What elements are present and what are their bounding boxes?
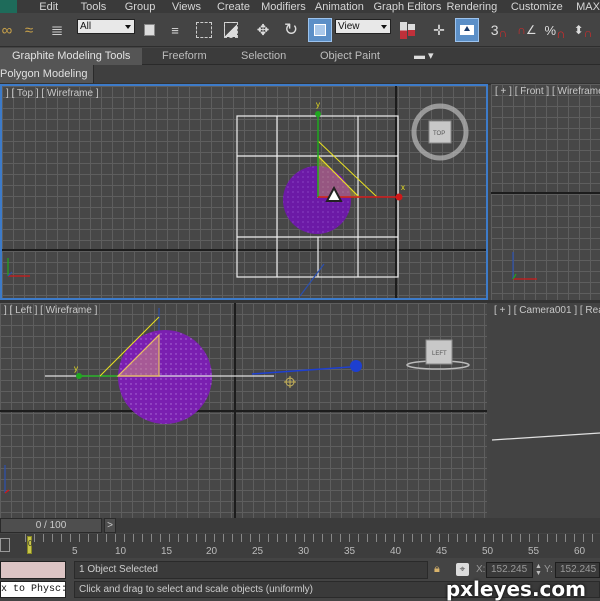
chevron-down-icon xyxy=(381,25,387,29)
gizmo-plane-xy[interactable] xyxy=(317,154,361,198)
tab-freeform[interactable]: Freeform xyxy=(162,48,207,65)
tick-label: 35 xyxy=(344,546,356,557)
tick-label: 55 xyxy=(528,546,540,557)
window-crossing-icon[interactable] xyxy=(222,18,240,42)
axis-tripod-icon xyxy=(512,252,537,280)
camera-line xyxy=(299,263,325,297)
panel-polygon-modeling[interactable]: Polygon Modeling xyxy=(0,65,95,83)
snap-toggle-icon[interactable]: 3 ∩ xyxy=(487,18,511,42)
target-crosshair-icon[interactable] xyxy=(284,376,296,388)
menu-create[interactable]: Create xyxy=(217,1,261,13)
next-frame-button[interactable]: > xyxy=(104,518,116,533)
gizmo-y-handle[interactable] xyxy=(315,111,321,117)
viewport-camera[interactable]: [ + ] [ Camera001 ] [ Reali xyxy=(490,303,600,518)
select-scale-icon[interactable] xyxy=(308,18,332,42)
select-manipulate-icon[interactable]: ✛ xyxy=(428,18,450,42)
menu-graph-editors[interactable]: Graph Editors xyxy=(373,1,446,13)
viewcube-left[interactable]: LEFT xyxy=(406,339,470,370)
select-by-name-icon[interactable]: ≡ xyxy=(165,18,185,42)
main-toolbar: ∞ ≈ ≣ All ≡ ✥ ↻ View ✛ 3 ∩ ∩ ∠ % ∩ ⬍ ∩ xyxy=(0,13,600,47)
menu-animation[interactable]: Animation xyxy=(315,1,374,13)
select-rotate-icon[interactable]: ↻ xyxy=(280,18,302,42)
reference-coord-dropdown[interactable]: View xyxy=(335,19,391,34)
rect-selection-region-icon[interactable] xyxy=(194,18,214,42)
selection-status: 1 Object Selected xyxy=(74,561,428,579)
track-bar[interactable]: 0 5 10 15 20 25 30 35 40 45 50 55 60 xyxy=(0,534,600,558)
tick-label: 40 xyxy=(390,546,402,557)
x-coord-input[interactable]: 152.245 xyxy=(486,562,533,578)
top-viewport-scene: y x TOP xyxy=(7,100,469,297)
tick-label: 30 xyxy=(298,546,310,557)
menu-customize[interactable]: Customize xyxy=(511,1,576,13)
select-move-icon[interactable]: ✥ xyxy=(252,18,274,42)
tick-label: 25 xyxy=(252,546,264,557)
gizmo-x-handle[interactable] xyxy=(395,193,403,201)
ribbon-tabs: Graphite Modeling Tools Freeform Selecti… xyxy=(0,48,600,65)
menu-group[interactable]: Group xyxy=(125,1,172,13)
ribbon-panel-bar: Polygon Modeling xyxy=(0,65,600,83)
chevron-down-icon xyxy=(125,25,131,29)
keyboard-shortcut-override-icon[interactable] xyxy=(455,18,479,42)
spinner-snap-icon[interactable]: ⬍ ∩ xyxy=(571,18,595,42)
axis-tripod-icon xyxy=(7,258,30,277)
maxscript-listener-output[interactable] xyxy=(0,561,66,579)
viewcube-top[interactable]: TOP xyxy=(411,103,469,161)
tab-selection[interactable]: Selection xyxy=(241,48,286,65)
tab-object-paint[interactable]: Object Paint xyxy=(320,48,380,65)
link-icon[interactable]: ∞ xyxy=(0,18,14,42)
viewport-front[interactable]: [ + ] [ Front ] [ Wireframe ] xyxy=(491,84,600,300)
menu-maxscript[interactable]: MAX xyxy=(576,1,600,13)
x-coord-label: X: xyxy=(476,564,486,575)
app-logo[interactable] xyxy=(0,0,18,13)
left-viewport-scene: y LEFT xyxy=(4,308,470,494)
use-pivot-center-icon[interactable] xyxy=(397,18,417,42)
menu-tools[interactable]: Tools xyxy=(81,1,125,13)
tick-label: 5 xyxy=(72,546,78,557)
current-frame-marker[interactable]: 0 xyxy=(27,536,32,554)
time-slider[interactable]: 0 / 100 xyxy=(0,518,102,533)
tick-label: 50 xyxy=(482,546,494,557)
lock-selection-icon[interactable]: 🔒︎ xyxy=(434,563,444,575)
mini-curve-editor-icon[interactable] xyxy=(0,538,10,552)
menu-rendering[interactable]: Rendering xyxy=(446,1,510,13)
unlink-icon[interactable]: ≈ xyxy=(18,18,40,42)
menu-edit[interactable]: Edit xyxy=(39,1,80,13)
tick-label: 10 xyxy=(115,546,127,557)
axis-label-y: y xyxy=(316,100,320,109)
percent-snap-icon[interactable]: % ∩ xyxy=(543,18,567,42)
gizmo-y-handle[interactable] xyxy=(76,373,82,379)
tick-label: 15 xyxy=(161,546,173,557)
time-slider-bar: 0 / 100 > xyxy=(0,518,600,533)
tick-label: 45 xyxy=(436,546,448,557)
absolute-mode-toggle-icon[interactable]: ⌖ xyxy=(456,563,469,576)
camera-horizon-line xyxy=(491,432,600,441)
camera-object-icon[interactable] xyxy=(350,360,362,372)
camera-body-line xyxy=(251,366,351,375)
menu-modifiers[interactable]: Modifiers xyxy=(261,1,315,13)
bind-space-warp-icon[interactable]: ≣ xyxy=(46,18,68,42)
watermark: pxleyes.com xyxy=(445,577,586,601)
viewport-left[interactable]: ] [ Left ] [ Wireframe ] y LEFT xyxy=(0,303,487,518)
menu-views[interactable]: Views xyxy=(172,1,217,13)
viewcube-face-label: TOP xyxy=(433,131,445,137)
axis-label-y: y xyxy=(74,364,78,373)
ribbon-options-icon[interactable]: ▬ ▾ xyxy=(414,48,434,65)
maxscript-mini-listener-input[interactable]: x to Physc: xyxy=(0,581,66,598)
angle-snap-icon[interactable]: ∩ ∠ xyxy=(514,18,540,42)
track-bar-ticks xyxy=(25,534,600,546)
tick-label: 60 xyxy=(574,546,586,557)
select-object-icon[interactable] xyxy=(140,18,158,42)
tick-label: 20 xyxy=(206,546,218,557)
viewport-top[interactable]: ] [ Top ] [ Wireframe ] y x TOP xyxy=(0,84,488,300)
viewcube-face-label: LEFT xyxy=(432,351,447,357)
axis-tripod-icon xyxy=(4,465,10,494)
y-coord-label: Y: xyxy=(544,564,553,575)
y-coord-input[interactable]: 152.245 xyxy=(555,562,600,578)
tab-graphite-modeling-tools[interactable]: Graphite Modeling Tools xyxy=(0,48,143,65)
selection-filter-dropdown[interactable]: All xyxy=(77,19,135,34)
menu-bar: Edit Tools Group Views Create Modifiers … xyxy=(0,0,600,13)
x-coord-spinner[interactable]: ▲ ▼ xyxy=(535,563,542,577)
axis-label-x: x xyxy=(401,183,405,192)
